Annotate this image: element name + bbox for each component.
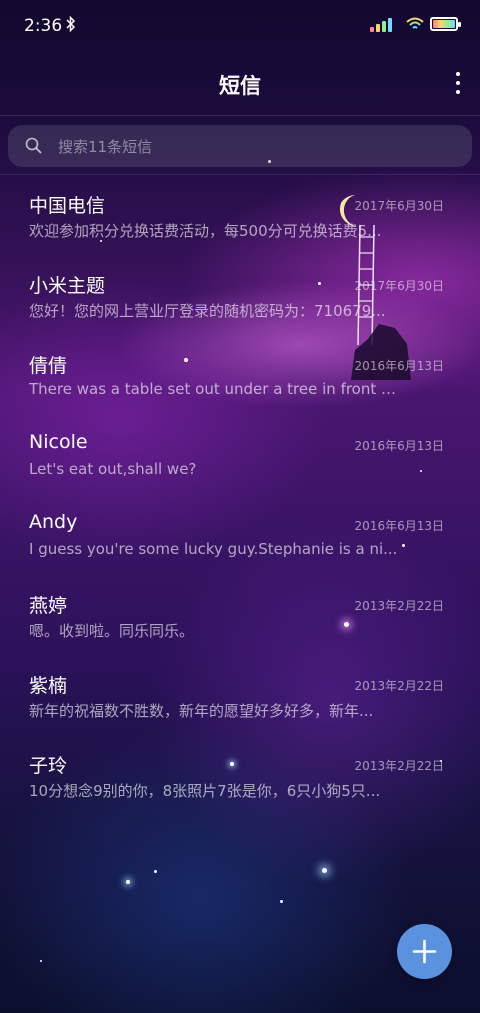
message-date: 2017年6月30日 (354, 279, 444, 293)
conversation-item[interactable]: 中国电信 2017年6月30日 欢迎参加积分兑换话费活动，每500分可兑换话费5… (0, 180, 480, 260)
message-preview: There was a table set out under a tree i… (29, 380, 399, 398)
conversation-item[interactable]: 小米主题 2017年6月30日 您好！您的网上营业厅登录的随机密码为：71067… (0, 260, 480, 340)
message-date: 2016年6月13日 (354, 439, 444, 453)
contact-name: 小米主题 (29, 275, 106, 297)
message-date: 2013年2月22日 (354, 679, 444, 693)
status-time: 2:36 (24, 16, 63, 36)
message-preview: 欢迎参加积分兑换话费活动，每500分可兑换话费5... (29, 222, 382, 240)
divider (0, 174, 480, 175)
conversation-item[interactable]: Andy 2016年6月13日 I guess you're some luck… (0, 500, 480, 580)
page-title: 短信 (219, 74, 261, 98)
message-preview: 10分想念9别的你，8张照片7张是你，6只小狗5只... (29, 782, 381, 800)
conversation-item[interactable]: 子玲 2013年2月22日 10分想念9别的你，8张照片7张是你，6只小狗5只.… (0, 740, 480, 820)
contact-name: Andy (29, 511, 78, 533)
status-bar: 2:36 (0, 0, 480, 54)
message-preview: I guess you're some lucky guy.Stephanie … (29, 540, 398, 558)
conversation-item[interactable]: 燕婷 2013年2月22日 嗯。收到啦。同乐同乐。 (0, 580, 480, 660)
message-date: 2017年6月30日 (354, 199, 444, 213)
plus-icon (412, 939, 437, 964)
message-preview: Let's eat out,shall we? (29, 460, 197, 478)
bluetooth-icon (66, 15, 76, 36)
more-vertical-icon[interactable] (454, 72, 462, 94)
title-bar: 短信 (0, 54, 480, 116)
contact-name: 燕婷 (29, 595, 68, 617)
contact-name: 中国电信 (29, 195, 106, 217)
contact-name: 紫楠 (29, 675, 68, 697)
status-icons (370, 16, 461, 32)
conversation-list: 中国电信 2017年6月30日 欢迎参加积分兑换话费活动，每500分可兑换话费5… (0, 180, 480, 820)
message-preview: 您好！您的网上营业厅登录的随机密码为：710679... (29, 302, 386, 320)
message-date: 2016年6月13日 (354, 359, 444, 373)
contact-name: 子玲 (29, 755, 68, 777)
message-date: 2013年2月22日 (354, 759, 444, 773)
message-date: 2013年2月22日 (354, 599, 444, 613)
battery-icon (430, 17, 461, 31)
conversation-item[interactable]: Nicole 2016年6月13日 Let's eat out,shall we… (0, 420, 480, 500)
conversation-item[interactable]: 紫楠 2013年2月22日 新年的祝福数不胜数，新年的愿望好多好多，新年... (0, 660, 480, 740)
new-message-button[interactable] (397, 924, 452, 979)
conversation-item[interactable]: 倩倩 2016年6月13日 There was a table set out … (0, 340, 480, 420)
search-bar[interactable]: 搜索11条短信 (8, 125, 472, 167)
contact-name: Nicole (29, 431, 88, 453)
wifi-icon (406, 17, 424, 29)
message-preview: 嗯。收到啦。同乐同乐。 (29, 622, 195, 640)
contact-name: 倩倩 (29, 355, 68, 377)
signal-icon (370, 16, 400, 32)
search-icon (25, 137, 42, 154)
search-placeholder: 搜索11条短信 (58, 138, 153, 156)
message-preview: 新年的祝福数不胜数，新年的愿望好多好多，新年... (29, 702, 374, 720)
message-date: 2016年6月13日 (354, 519, 444, 533)
